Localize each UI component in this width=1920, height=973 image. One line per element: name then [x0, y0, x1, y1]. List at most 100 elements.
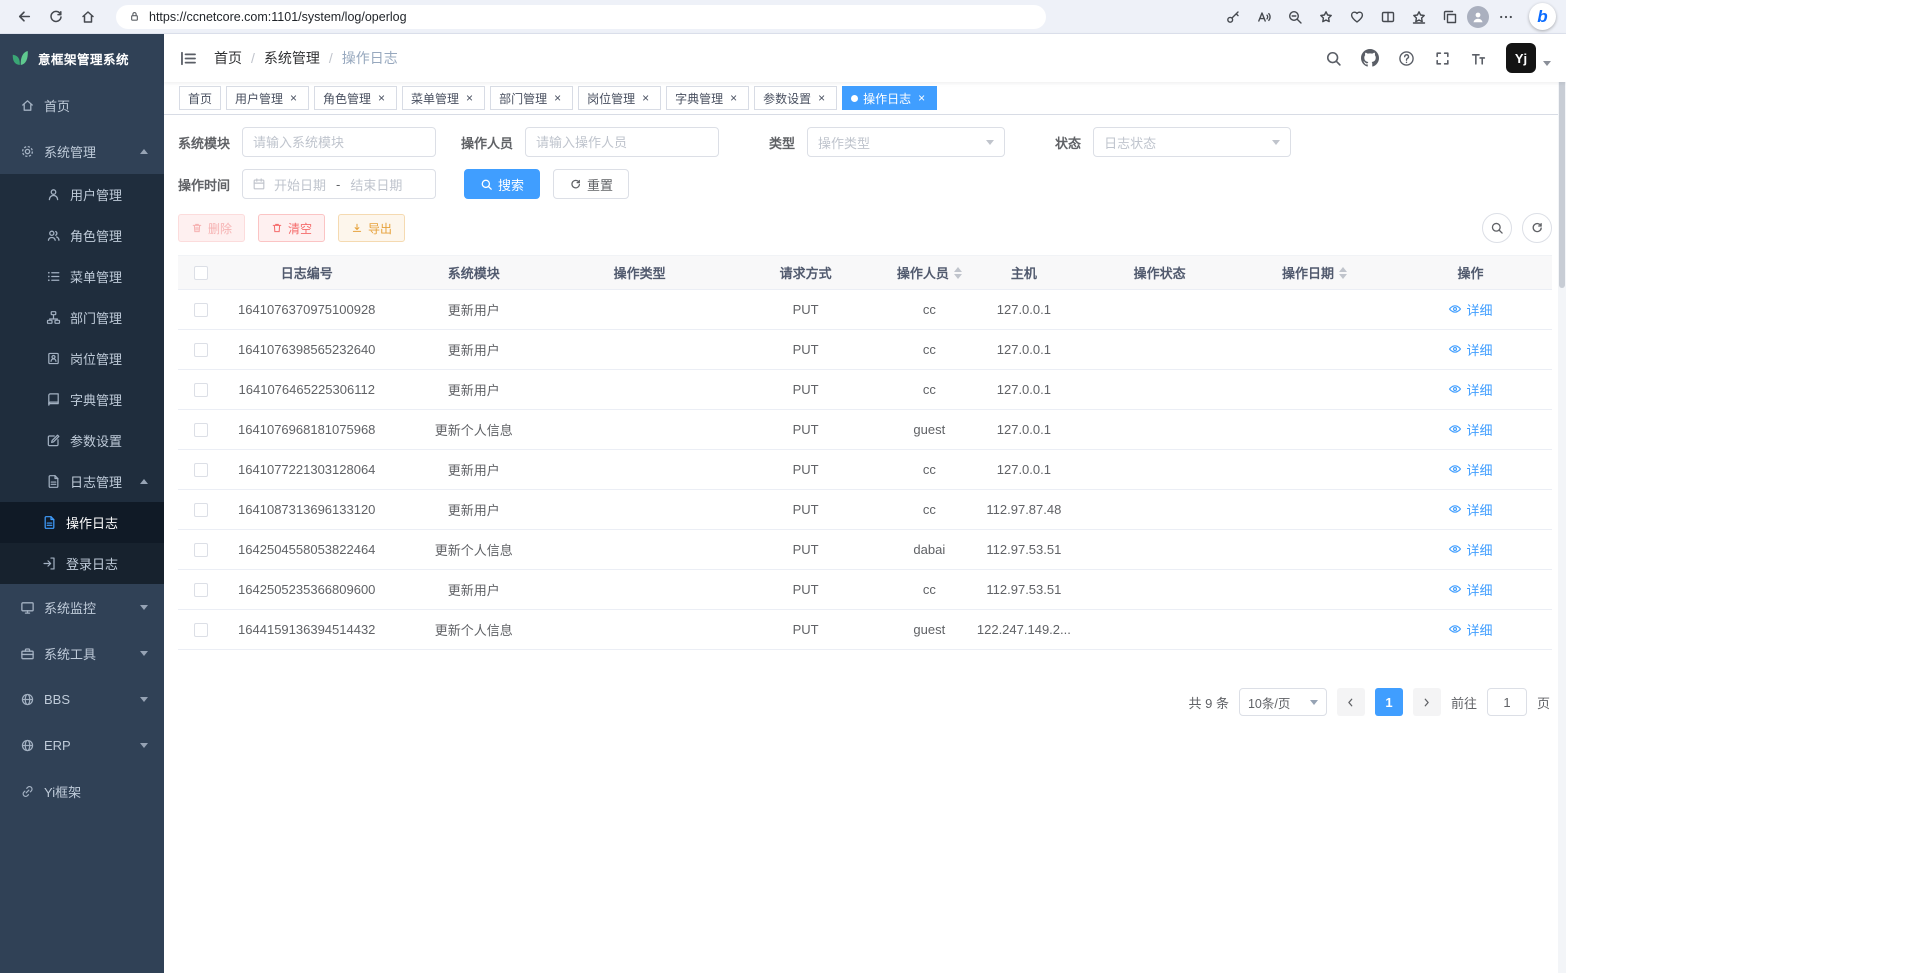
back-icon[interactable] [10, 4, 38, 30]
close-icon[interactable] [375, 92, 388, 105]
refresh-icon[interactable] [1522, 213, 1552, 243]
bing-chat-icon[interactable] [1529, 3, 1556, 30]
sidebar-toggle-icon[interactable] [179, 49, 198, 68]
search-button[interactable]: 搜索 [464, 169, 540, 199]
close-icon[interactable] [551, 92, 564, 105]
select-all-header[interactable] [178, 256, 224, 290]
page-size-select[interactable]: 10条/页 [1239, 688, 1327, 716]
operator-input[interactable] [525, 127, 719, 157]
tab-home[interactable]: 首页 [179, 86, 221, 110]
sort-icons[interactable] [954, 267, 962, 279]
col-operator[interactable]: 操作人员 [890, 256, 968, 290]
github-icon[interactable] [1361, 49, 1379, 67]
sidebar-item-post-mgmt[interactable]: 岗位管理 [0, 338, 164, 379]
key-icon[interactable] [1219, 4, 1247, 30]
tab-dict-mgmt[interactable]: 字典管理 [666, 86, 749, 110]
fullscreen-icon[interactable] [1434, 50, 1451, 67]
select-all-checkbox[interactable] [194, 266, 208, 280]
next-page-button[interactable] [1413, 688, 1441, 716]
sidebar-item-param-settings[interactable]: 参数设置 [0, 420, 164, 461]
status-select[interactable]: 日志状态 [1093, 127, 1291, 157]
sidebar-item-dict-mgmt[interactable]: 字典管理 [0, 379, 164, 420]
user-avatar[interactable]: Yj [1506, 43, 1536, 73]
tab-user-mgmt[interactable]: 用户管理 [226, 86, 309, 110]
sort-icons[interactable] [1339, 267, 1347, 279]
page-number-button[interactable]: 1 [1375, 688, 1403, 716]
row-checkbox[interactable] [194, 503, 208, 517]
tab-dept-mgmt[interactable]: 部门管理 [490, 86, 573, 110]
address-bar[interactable]: https://ccnetcore.com:1101/system/log/op… [116, 5, 1046, 29]
close-icon[interactable] [639, 92, 652, 105]
delete-button[interactable]: 删除 [178, 214, 245, 242]
breadcrumb-system-mgmt[interactable]: 系统管理 [264, 48, 320, 68]
sidebar-item-log-mgmt[interactable]: 日志管理 [0, 461, 164, 502]
row-checkbox[interactable] [194, 423, 208, 437]
search-icon[interactable] [1325, 50, 1342, 67]
row-checkbox[interactable] [194, 583, 208, 597]
sidebar-item-oper-log[interactable]: 操作日志 [0, 502, 164, 543]
sidebar-item-erp[interactable]: ERP [0, 722, 164, 768]
row-checkbox[interactable] [194, 543, 208, 557]
show-search-icon[interactable] [1482, 213, 1512, 243]
sidebar-item-role-mgmt[interactable]: 角色管理 [0, 215, 164, 256]
module-input[interactable] [242, 127, 436, 157]
detail-link[interactable]: 详细 [1448, 380, 1492, 399]
detail-link[interactable]: 详细 [1448, 620, 1492, 639]
sidebar-item-yi-framework[interactable]: Yi框架 [0, 768, 164, 814]
close-icon[interactable] [287, 92, 300, 105]
sidebar-item-system-tools[interactable]: 系统工具 [0, 630, 164, 676]
breadcrumb-home[interactable]: 首页 [214, 48, 242, 68]
reset-button[interactable]: 重置 [553, 169, 629, 199]
sidebar-item-menu-mgmt[interactable]: 菜单管理 [0, 256, 164, 297]
tab-param-settings[interactable]: 参数设置 [754, 86, 837, 110]
row-checkbox[interactable] [194, 303, 208, 317]
sidebar-item-login-log[interactable]: 登录日志 [0, 543, 164, 584]
detail-link[interactable]: 详细 [1448, 500, 1492, 519]
browser-essentials-icon[interactable] [1343, 4, 1371, 30]
sidebar-item-home[interactable]: 首页 [0, 82, 164, 128]
help-icon[interactable] [1398, 50, 1415, 67]
sidebar-item-dept-mgmt[interactable]: 部门管理 [0, 297, 164, 338]
row-checkbox[interactable] [194, 623, 208, 637]
detail-link[interactable]: 详细 [1448, 340, 1492, 359]
close-icon[interactable] [915, 92, 928, 105]
favorites-add-icon[interactable] [1312, 4, 1340, 30]
sidebar-item-system-monitor[interactable]: 系统监控 [0, 584, 164, 630]
date-range-picker[interactable]: 开始日期 - 结束日期 [242, 169, 436, 199]
sidebar-item-system-mgmt[interactable]: 系统管理 [0, 128, 164, 174]
split-screen-icon[interactable] [1374, 4, 1402, 30]
detail-link[interactable]: 详细 [1448, 300, 1492, 319]
favorites-icon[interactable] [1405, 4, 1433, 30]
zoom-out-icon[interactable] [1281, 4, 1309, 30]
tab-post-mgmt[interactable]: 岗位管理 [578, 86, 661, 110]
close-icon[interactable] [815, 92, 828, 105]
read-aloud-icon[interactable] [1250, 4, 1278, 30]
collections-icon[interactable] [1436, 4, 1464, 30]
detail-link[interactable]: 详细 [1448, 580, 1492, 599]
more-options-icon[interactable] [1492, 4, 1520, 30]
goto-page-input[interactable] [1487, 688, 1527, 716]
close-icon[interactable] [463, 92, 476, 105]
row-checkbox[interactable] [194, 463, 208, 477]
detail-link[interactable]: 详细 [1448, 540, 1492, 559]
tab-role-mgmt[interactable]: 角色管理 [314, 86, 397, 110]
row-checkbox[interactable] [194, 343, 208, 357]
clear-button[interactable]: 清空 [258, 214, 325, 242]
tab-oper-log[interactable]: 操作日志 [842, 86, 937, 110]
type-select[interactable]: 操作类型 [807, 127, 1005, 157]
sidebar-item-user-mgmt[interactable]: 用户管理 [0, 174, 164, 215]
home-icon[interactable] [74, 4, 102, 30]
col-oper-date[interactable]: 操作日期 [1240, 256, 1389, 290]
row-checkbox[interactable] [194, 383, 208, 397]
profile-avatar[interactable] [1467, 6, 1489, 28]
prev-page-button[interactable] [1337, 688, 1365, 716]
reload-icon[interactable] [42, 4, 70, 30]
detail-link[interactable]: 详细 [1448, 460, 1492, 479]
close-icon[interactable] [727, 92, 740, 105]
font-size-icon[interactable] [1470, 50, 1487, 67]
tab-menu-mgmt[interactable]: 菜单管理 [402, 86, 485, 110]
detail-link[interactable]: 详细 [1448, 420, 1492, 439]
sidebar-item-bbs[interactable]: BBS [0, 676, 164, 722]
export-button[interactable]: 导出 [338, 214, 405, 242]
lock-icon[interactable] [128, 10, 141, 23]
